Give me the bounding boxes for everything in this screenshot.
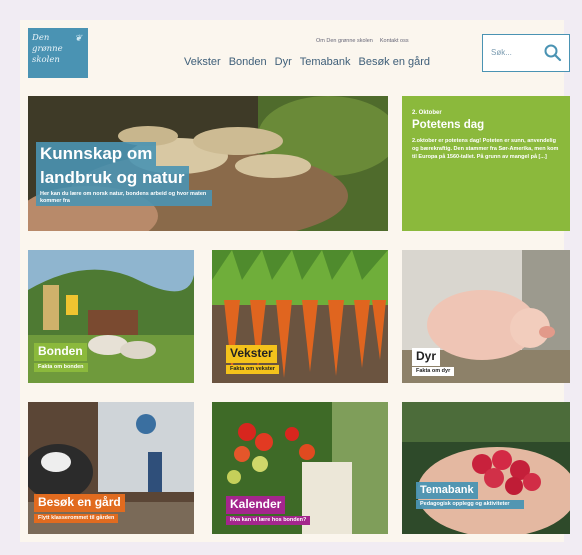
tile-sublabel: Fakta om dyr [412, 367, 455, 377]
tile-label: Temabank [416, 482, 478, 499]
tile-label: Besøk en gård [34, 494, 125, 512]
nav-item-vekster[interactable]: Vekster [184, 56, 221, 68]
event-date: 2. Oktober [412, 110, 442, 116]
tile-label: Kalender [226, 496, 286, 514]
tile-label: Bonden [34, 343, 87, 361]
event-title: Potetens dag [412, 119, 485, 131]
top-links: Om Den grønne skolen Kontakt oss [316, 38, 409, 44]
event-card[interactable]: 2. Oktober Potetens dag 2.oktober er pot… [402, 96, 570, 231]
page: ❦ Den grønne skolen Om Den grønne skolen… [20, 20, 570, 542]
logo-line: grønne [32, 44, 63, 54]
about-link[interactable]: Om Den grønne skolen [316, 38, 373, 44]
logo-line: skolen [32, 55, 60, 65]
tile-sublabel: Flytt klasserommet til gården [34, 514, 119, 524]
nav-item-dyr[interactable]: Dyr [275, 56, 292, 68]
contact-link[interactable]: Kontakt oss [380, 38, 409, 44]
hero-subtitle: Her kan du lære om norsk natur, bondens … [36, 190, 212, 207]
tile-sublabel: Hva kan vi lære hos bonden? [226, 516, 311, 526]
search-box[interactable]: Søk... [482, 34, 570, 72]
search-input[interactable]: Søk... [491, 48, 512, 57]
tile-kalender[interactable]: Kalender Hva kan vi lære hos bonden? [212, 402, 388, 534]
main-nav: Vekster Bonden Dyr Temabank Besøk en går… [184, 56, 430, 68]
site-logo[interactable]: ❦ Den grønne skolen [28, 28, 88, 78]
tile-sublabel: Fakta om vekster [226, 365, 279, 375]
tile-sublabel: Fakta om bonden [34, 363, 88, 373]
tile-bonden[interactable]: Bonden Fakta om bonden [28, 250, 194, 383]
event-text: 2.oktober er potetens dag! Poteten er su… [412, 138, 559, 160]
tile-sublabel: Pedagogisk opplegg og aktiviteter [416, 500, 524, 510]
tomatoes-image [212, 402, 388, 534]
tile-vekster[interactable]: Vekster Fakta om vekster [212, 250, 388, 383]
leaf-icon: ❦ [74, 34, 82, 44]
tile-dyr[interactable]: Dyr Fakta om dyr [402, 250, 570, 383]
tile-besok-en-gard[interactable]: Besøk en gård Flytt klasserommet til går… [28, 402, 194, 534]
hero-banner[interactable]: Kunnskap om landbruk og natur Her kan du… [28, 96, 388, 231]
nav-item-besok-en-gard[interactable]: Besøk en gård [359, 56, 431, 68]
tile-temabank[interactable]: Temabank Pedagogisk opplegg og aktivitet… [402, 402, 570, 534]
nav-item-temabank[interactable]: Temabank [300, 56, 351, 68]
search-icon[interactable] [543, 43, 563, 63]
hero-title: Kunnskap om [36, 142, 157, 166]
carrots-image [212, 250, 388, 383]
tile-label: Vekster [226, 345, 277, 363]
hero-title: landbruk og natur [36, 166, 189, 190]
tile-label: Dyr [412, 348, 441, 366]
raspberries-image [402, 402, 570, 534]
nav-item-bonden[interactable]: Bonden [229, 56, 267, 68]
